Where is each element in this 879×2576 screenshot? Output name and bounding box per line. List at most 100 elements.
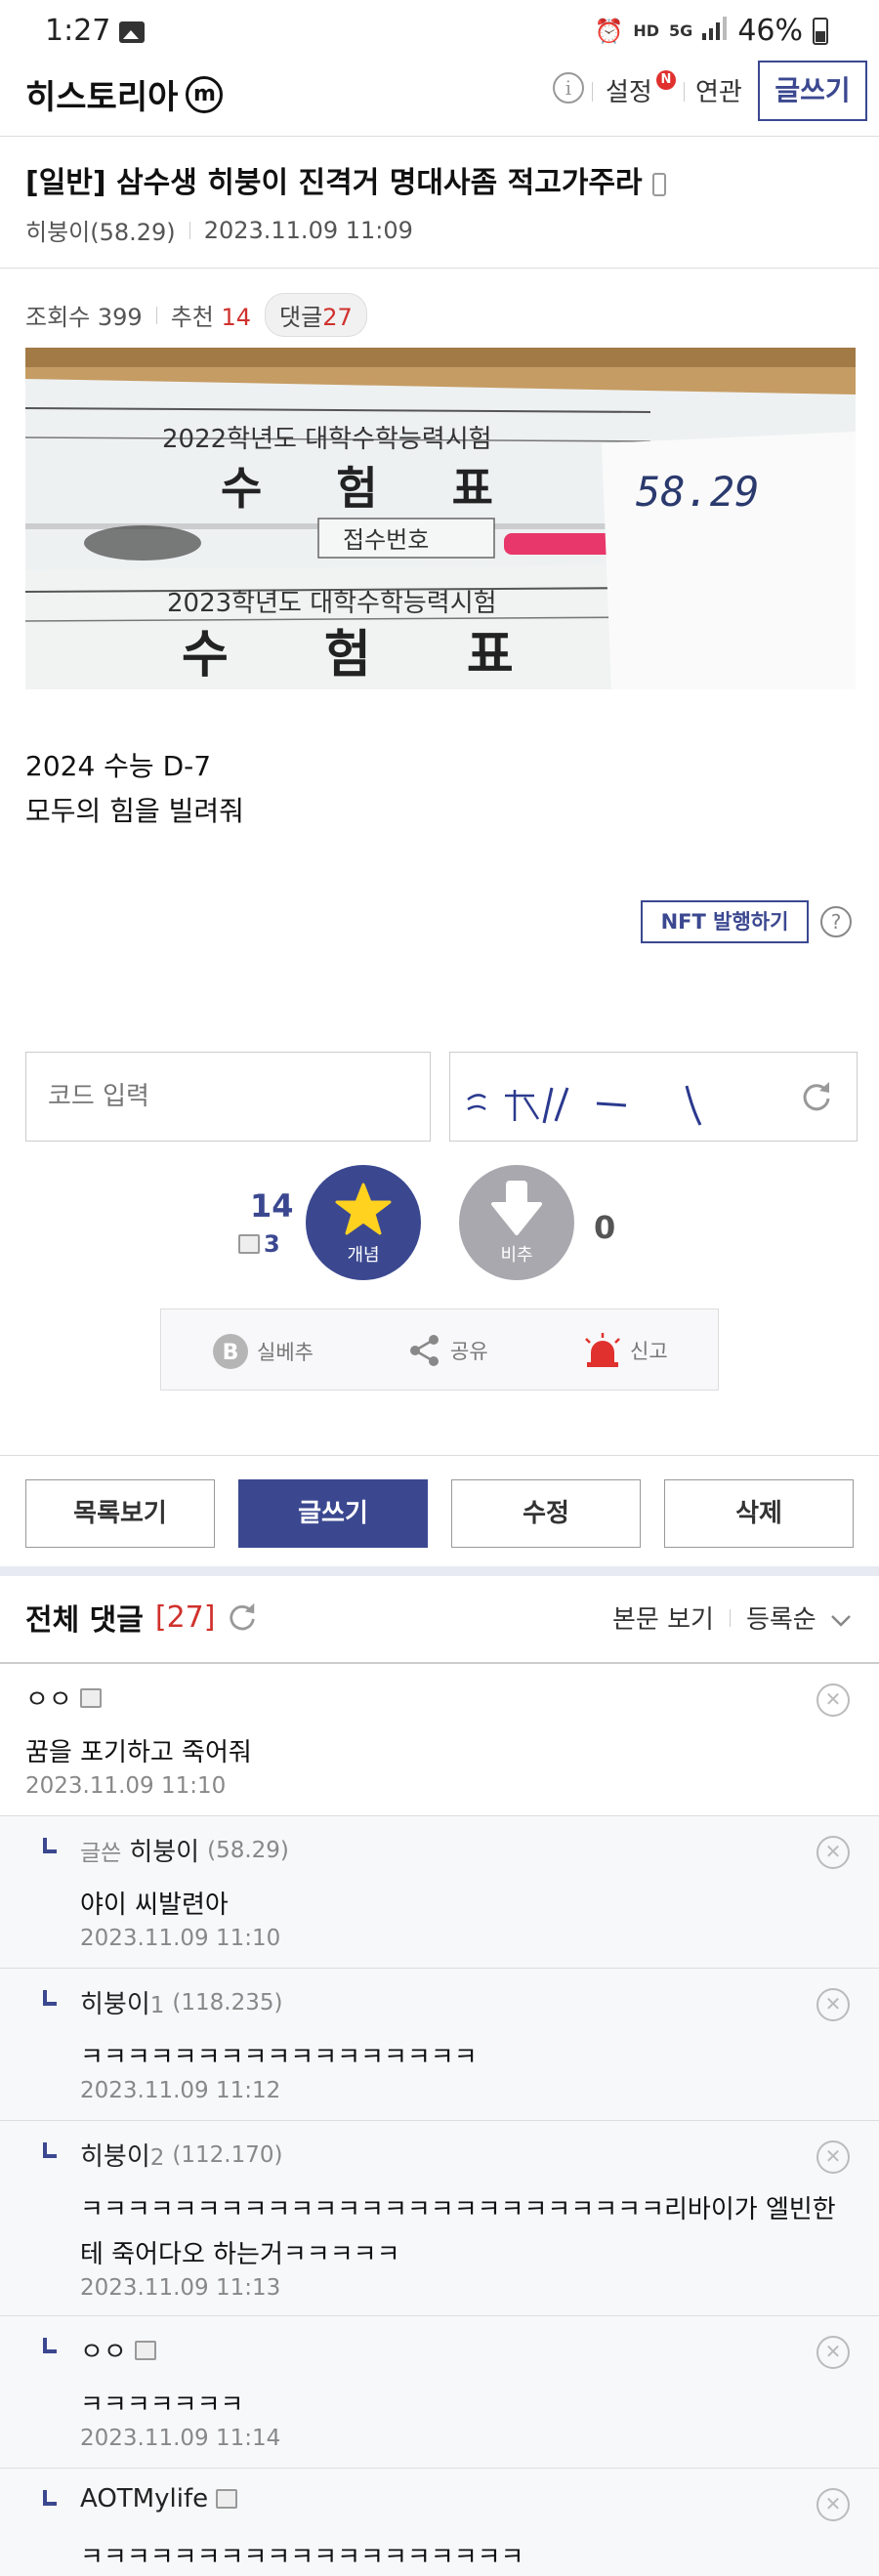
comment-author[interactable]: 히붕이2 (112.170): [80, 2137, 282, 2173]
related-link[interactable]: 연관: [695, 72, 742, 108]
siren-icon: [585, 1333, 620, 1367]
comment-label: 댓글: [279, 304, 323, 331]
user-badge-icon: [79, 1687, 102, 1708]
battery-percent: 46%: [737, 14, 803, 48]
recommend-stat: 추천 14: [171, 298, 251, 332]
comment-count: 27: [322, 304, 353, 331]
header-write-button[interactable]: 글쓰기: [758, 61, 867, 121]
comments-title: 전체 댓글 [27]: [25, 1596, 258, 1639]
network-5g-icon: 5G: [669, 21, 693, 40]
divider: [729, 1608, 731, 1627]
nft-issue-button[interactable]: NFT 발행하기: [641, 900, 809, 943]
captcha-refresh-icon[interactable]: [800, 1080, 833, 1113]
comment-author[interactable]: ㅇㅇ: [80, 2332, 156, 2368]
post-title: [일반] 삼수생 히붕이 진격거 명대사좀 적고가주라: [25, 158, 666, 201]
exam-ticket-photo: 2022학년도 대학수학능력시험 수 험 표 접수번호 2023학년도 대학수학…: [25, 348, 856, 689]
gallery-notification-icon: [119, 21, 145, 43]
fix-recommend-icon: [238, 1234, 260, 1254]
svg-text:B: B: [223, 1341, 239, 1365]
comment-reply-item: AOTMylife ㅋㅋㅋㅋㅋㅋㅋㅋㅋㅋㅋㅋㅋㅋㅋㅋㅋㅋㅋ ✕: [0, 2469, 879, 2576]
post-author[interactable]: 히붕이(58.29): [25, 213, 176, 247]
writer-tag: 글쓴: [80, 1840, 122, 1866]
comment-author[interactable]: 히붕이1 (118.235): [80, 1984, 282, 2020]
comment-text: 야이 씨발련아: [80, 1890, 229, 1920]
write-button[interactable]: 글쓰기: [238, 1479, 428, 1548]
comments-header: 전체 댓글 [27] 본문 보기 등록순: [0, 1576, 879, 1664]
comment-author[interactable]: ㅇㅇ: [25, 1680, 102, 1716]
mobile-icon: [651, 172, 666, 196]
section-divider: [0, 1566, 879, 1576]
post-body: 2024 수능 D-7 모두의 힘을 빌려줘: [25, 744, 244, 834]
delete-comment-icon[interactable]: ✕: [816, 2336, 850, 2369]
ticket-year-2023: 2023학년도 대학수학능력시험: [167, 589, 497, 618]
delete-comment-icon[interactable]: ✕: [816, 1683, 850, 1717]
best-recommend-label: 실베추: [257, 1341, 314, 1364]
delete-comment-icon[interactable]: ✕: [816, 1836, 850, 1869]
comments-refresh-icon[interactable]: [227, 1601, 258, 1633]
not-recommend-button[interactable]: 비추: [459, 1165, 574, 1280]
star-icon: [335, 1183, 392, 1235]
share-icon: [410, 1335, 439, 1366]
best-b-icon: B: [213, 1334, 248, 1369]
ticket-handwritten-note: 58.29: [636, 468, 759, 516]
edit-button[interactable]: 수정: [451, 1479, 641, 1548]
sort-label: 등록순: [745, 1605, 816, 1635]
best-recommend-button[interactable]: B 실베추: [212, 1333, 314, 1370]
delete-comment-icon[interactable]: ✕: [816, 2488, 850, 2521]
user-badge-icon: [134, 2340, 156, 2360]
post-image[interactable]: 2022학년도 대학수학능력시험 수 험 표 접수번호 2023학년도 대학수학…: [25, 348, 856, 689]
divider: [684, 82, 685, 102]
ticket-heading-1: 수 험 표: [221, 462, 523, 515]
divider: [0, 1455, 879, 1456]
comment-author-name: 히붕이2: [80, 2137, 164, 2173]
comment-reply-item: 히붕이2 (112.170) ㅋㅋㅋㅋㅋㅋㅋㅋㅋㅋㅋㅋㅋㅋㅋㅋㅋㅋㅋㅋㅋㅋㅋㅋㅋ…: [0, 2121, 879, 2316]
body-line: 2024 수능 D-7: [25, 750, 212, 782]
author-base: 히붕이: [80, 1990, 150, 2019]
comment-text: 꿈을 포기하고 죽어줘: [25, 1738, 252, 1767]
recommend-vote-count: 14: [250, 1187, 294, 1225]
help-icon[interactable]: ?: [820, 906, 852, 937]
delete-comment-icon[interactable]: ✕: [816, 1988, 850, 2021]
author-number: 2: [149, 2145, 165, 2171]
comment-reply-item: 히붕이1 (118.235) ㅋㅋㅋㅋㅋㅋㅋㅋㅋㅋㅋㅋㅋㅋㅋㅋㅋ 2023.11…: [0, 1969, 879, 2121]
recommend-label: 개념: [347, 1245, 380, 1266]
list-button[interactable]: 목록보기: [25, 1479, 215, 1548]
report-button[interactable]: 신고: [583, 1333, 668, 1368]
settings-link[interactable]: 설정: [606, 72, 652, 108]
comment-date: 2023.11.09 11:10: [25, 1773, 227, 1799]
divider: [188, 221, 190, 239]
comment-author[interactable]: 글쓴 히붕이 (58.29): [80, 1832, 289, 1868]
comment-text: ㅋㅋㅋㅋㅋㅋㅋ: [80, 2390, 244, 2420]
signal-icon: [702, 14, 728, 48]
divider: [592, 82, 593, 102]
user-badge-icon: [216, 2489, 238, 2509]
comment-text: ㅋㅋㅋㅋㅋㅋㅋㅋㅋㅋㅋㅋㅋㅋㅋㅋㅋㅋㅋㅋㅋㅋㅋㅋㅋ리바이가 엘빈한테 죽어다오 …: [80, 2195, 836, 2269]
reply-arrow-icon: [43, 2142, 57, 2158]
post-stats: 조회수 399 추천 14 댓글27: [25, 293, 367, 337]
comment-author-name: ㅇㅇ: [80, 2338, 127, 2367]
view-body-link[interactable]: 본문 보기: [612, 1600, 714, 1636]
new-badge: N: [656, 70, 676, 90]
comment-author[interactable]: AOTMylife: [80, 2484, 238, 2514]
share-button[interactable]: 공유: [407, 1333, 488, 1368]
comment-date: 2023.11.09 11:14: [80, 2426, 281, 2451]
recommend-button[interactable]: 개념: [306, 1165, 421, 1280]
hd-voice-icon: HD: [633, 21, 660, 40]
info-icon[interactable]: i: [553, 72, 584, 104]
post-date: 2023.11.09 11:09: [203, 216, 413, 244]
comment-author-name: 히붕이1: [80, 1984, 164, 2020]
comment-reply-item: ㅇㅇ ㅋㅋㅋㅋㅋㅋㅋ 2023.11.09 11:14 ✕: [0, 2316, 879, 2469]
reply-arrow-icon: [43, 1990, 57, 2006]
delete-button[interactable]: 삭제: [664, 1479, 854, 1548]
captcha-image: [449, 1052, 858, 1142]
comment-item: ㅇㅇ 꿈을 포기하고 죽어줘 2023.11.09 11:10 ✕: [0, 1664, 879, 1816]
sort-select[interactable]: 등록순: [746, 1600, 852, 1636]
delete-comment-icon[interactable]: ✕: [816, 2140, 850, 2174]
author-base: 히붕이: [80, 2142, 150, 2172]
comment-count-pill[interactable]: 댓글27: [265, 293, 367, 337]
status-time: 1:27: [45, 14, 111, 48]
reply-arrow-icon: [43, 2338, 57, 2353]
captcha-code-input[interactable]: [25, 1052, 431, 1142]
arrow-down-icon: [491, 1181, 542, 1235]
site-logo[interactable]: 히스토리아 m: [25, 70, 224, 118]
